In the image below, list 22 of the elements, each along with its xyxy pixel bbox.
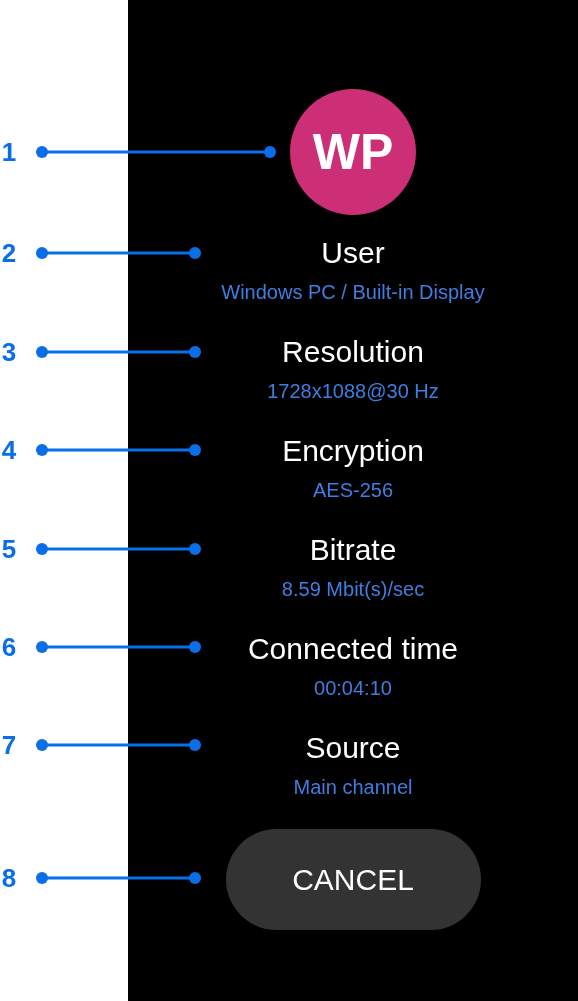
info-label: Connected time [247,631,459,667]
info-label: Source [305,730,401,766]
info-label: User [321,235,385,271]
info-value: Main channel [293,775,413,800]
callout-number: 3 [0,337,18,367]
callout-number: 2 [0,238,18,268]
info-value: Windows PC / Built-in Display [221,280,485,305]
info-label: Resolution [282,334,424,370]
callout-number: 6 [0,632,18,662]
info-value: 1728x1088@30 Hz [267,379,439,404]
info-value: 8.59 Mbit(s)/sec [281,577,425,602]
callout-number: 5 [0,534,18,564]
cancel-button[interactable]: CANCEL [225,829,481,930]
callout-number: 7 [0,730,18,760]
avatar: WP [290,89,416,215]
info-label: Bitrate [309,532,397,568]
callout-number: 1 [0,137,18,167]
callout-number: 4 [0,435,18,465]
info-value: 00:04:10 [314,676,392,701]
callout-number: 8 [0,863,18,893]
info-label: Encryption [282,433,424,469]
info-value: AES-256 [312,478,394,503]
